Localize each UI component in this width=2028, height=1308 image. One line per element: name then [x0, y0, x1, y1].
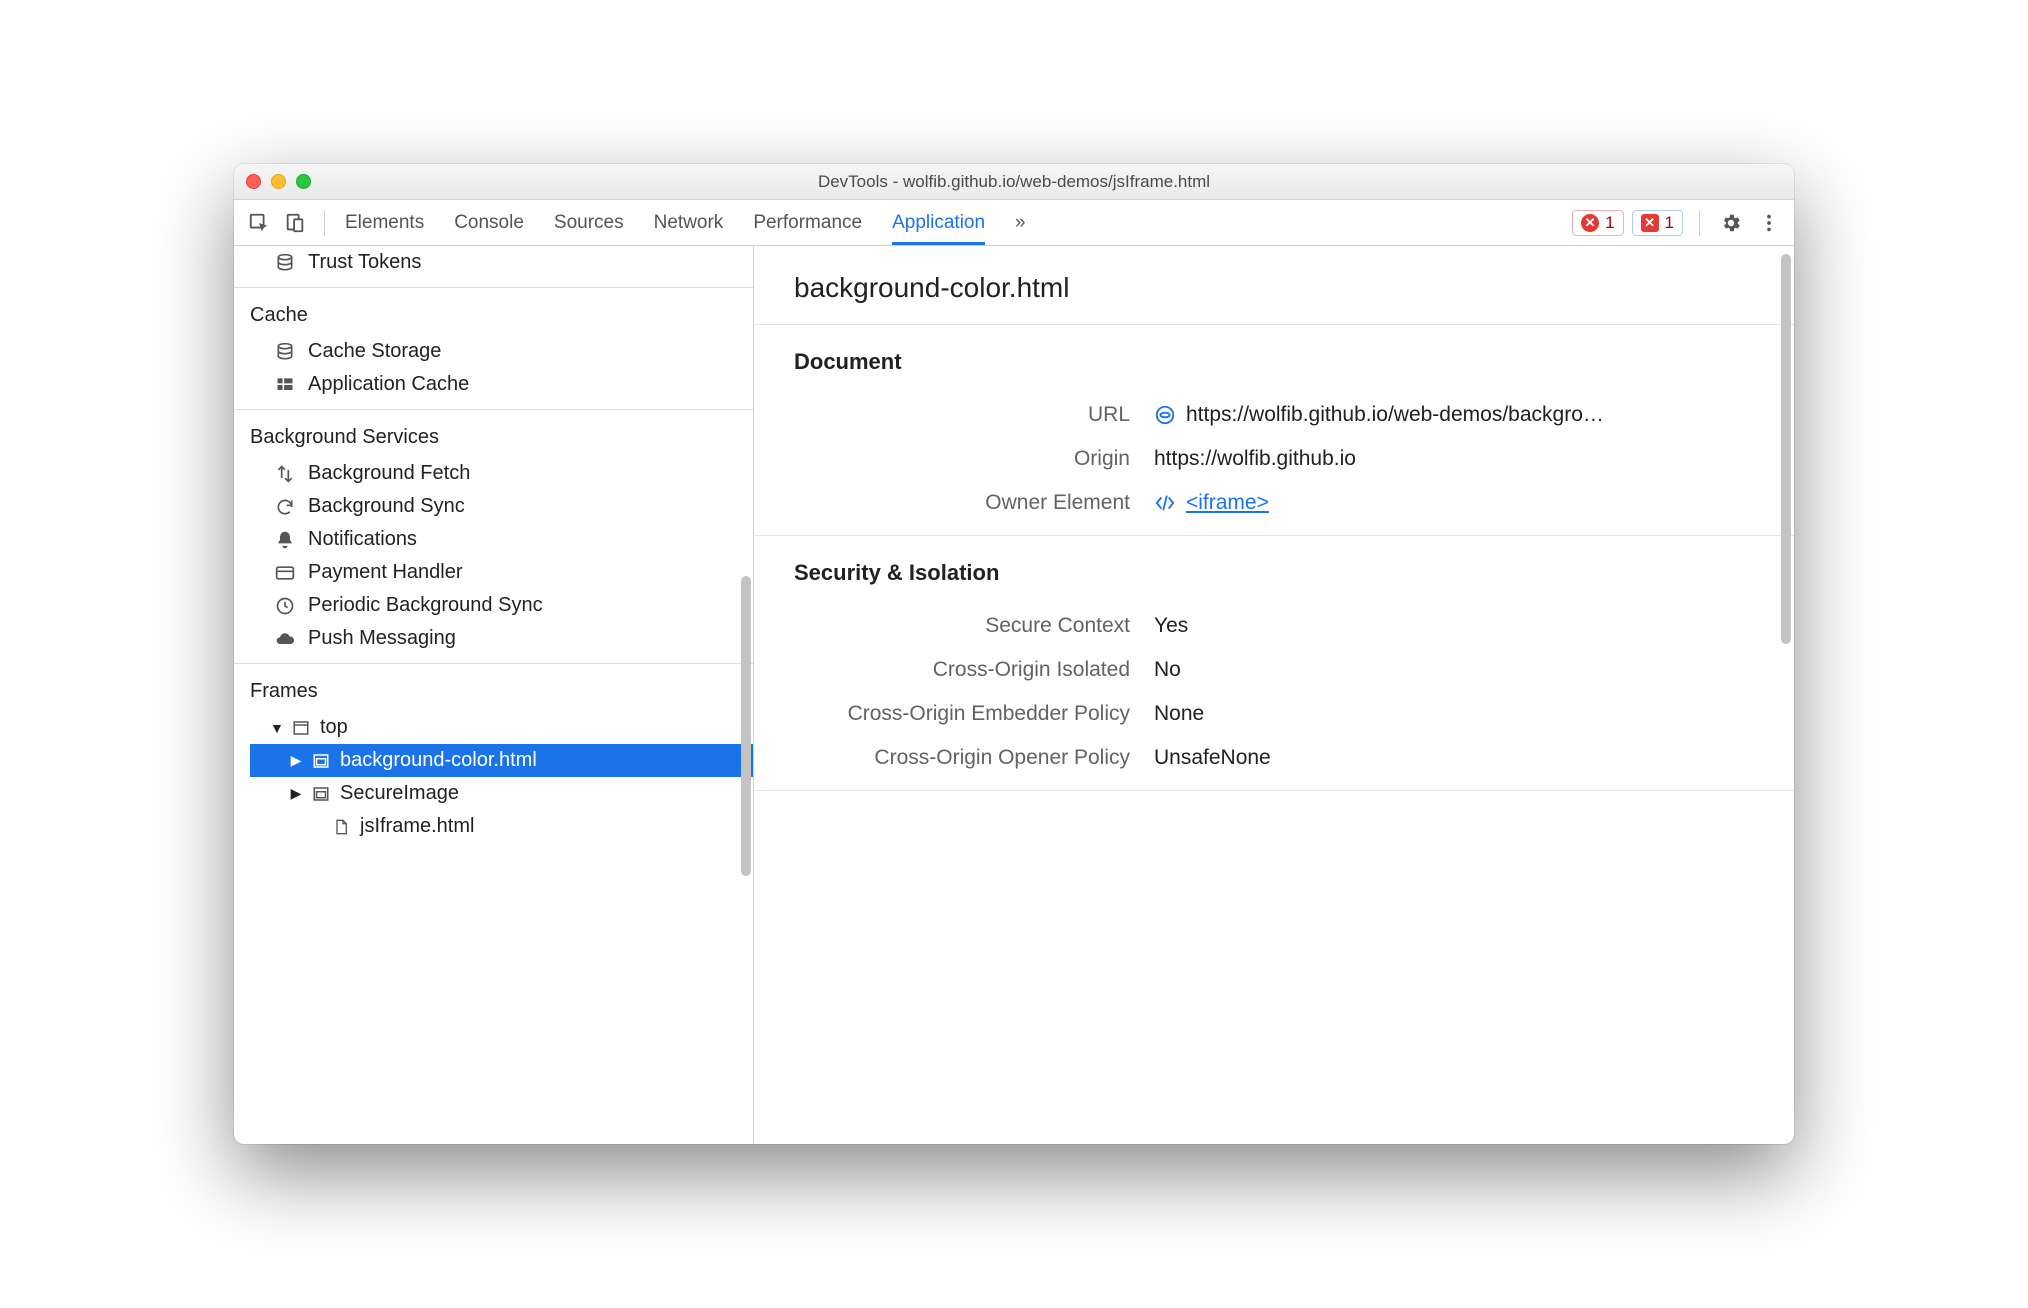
origin-value: https://wolfib.github.io — [1154, 447, 1356, 471]
sidebar-item-periodic-sync[interactable]: Periodic Background Sync — [234, 589, 753, 622]
database-icon — [274, 252, 296, 274]
bell-icon — [274, 529, 296, 551]
sidebar-label: Push Messaging — [308, 627, 456, 650]
sidebar: Trust Tokens Cache Cache Storage Applica… — [234, 246, 754, 1144]
owner-label: Owner Element — [794, 491, 1154, 515]
sidebar-label: Notifications — [308, 528, 417, 551]
frame-label: background-color.html — [340, 749, 537, 772]
section-header: Security & Isolation — [794, 560, 1754, 586]
sidebar-label: Background Sync — [308, 495, 465, 518]
tabs-overflow-icon[interactable]: » — [1015, 200, 1026, 245]
frame-detail-pane: background-color.html Document URL https… — [754, 246, 1794, 1144]
coep-label: Cross-Origin Embedder Policy — [794, 702, 1154, 726]
device-toolbar-icon[interactable] — [280, 208, 310, 238]
sidebar-header-cache: Cache — [234, 296, 753, 335]
coop-label: Cross-Origin Opener Policy — [794, 746, 1154, 770]
section-header: Document — [794, 349, 1754, 375]
sidebar-header-background-services: Background Services — [234, 418, 753, 457]
iframe-icon — [310, 750, 332, 772]
window-title: DevTools - wolfib.github.io/web-demos/js… — [234, 172, 1794, 192]
clock-icon — [274, 595, 296, 617]
sidebar-item-background-fetch[interactable]: Background Fetch — [234, 457, 753, 490]
tab-network[interactable]: Network — [654, 200, 724, 245]
chevron-right-icon[interactable]: ▶ — [290, 752, 302, 769]
frame-top[interactable]: ▼ top — [250, 711, 753, 744]
sidebar-item-application-cache[interactable]: Application Cache — [234, 368, 753, 401]
transfer-icon — [274, 463, 296, 485]
detail-title: background-color.html — [754, 246, 1794, 324]
toolbar-divider — [1699, 210, 1700, 236]
section-security: Security & Isolation Secure Context Yes … — [754, 536, 1794, 790]
frame-jsiframe[interactable]: jsIframe.html — [250, 810, 753, 843]
url-label: URL — [794, 403, 1154, 427]
sidebar-item-notifications[interactable]: Notifications — [234, 523, 753, 556]
cloud-icon — [274, 628, 296, 650]
sidebar-scrollbar[interactable] — [741, 576, 751, 876]
reveal-icon[interactable] — [1154, 404, 1176, 426]
tabs: Elements Console Sources Network Perform… — [345, 200, 1026, 245]
sidebar-item-payment-handler[interactable]: Payment Handler — [234, 556, 753, 589]
sidebar-item-background-sync[interactable]: Background Sync — [234, 490, 753, 523]
owner-link[interactable]: <iframe> — [1186, 491, 1269, 515]
errors-badge[interactable]: ✕ 1 — [1572, 210, 1623, 236]
grid-icon — [274, 374, 296, 396]
tab-console[interactable]: Console — [454, 200, 524, 245]
tab-elements[interactable]: Elements — [345, 200, 424, 245]
tab-performance[interactable]: Performance — [753, 200, 862, 245]
coop-value: UnsafeNone — [1154, 746, 1271, 770]
frames-tree: ▼ top ▶ background-color.html ▶ — [234, 711, 753, 843]
sidebar-header-frames: Frames — [234, 672, 753, 711]
coi-value: No — [1154, 658, 1181, 682]
iframe-icon — [310, 783, 332, 805]
titlebar: DevTools - wolfib.github.io/web-demos/js… — [234, 164, 1794, 200]
sync-icon — [274, 496, 296, 518]
more-icon[interactable] — [1754, 208, 1784, 238]
detail-scrollbar[interactable] — [1781, 254, 1791, 644]
sidebar-item-cache-storage[interactable]: Cache Storage — [234, 335, 753, 368]
frame-secureimage[interactable]: ▶ SecureImage — [250, 777, 753, 810]
sidebar-item-push-messaging[interactable]: Push Messaging — [234, 622, 753, 655]
secure-context-label: Secure Context — [794, 614, 1154, 638]
devtools-window: DevTools - wolfib.github.io/web-demos/js… — [234, 164, 1794, 1144]
origin-label: Origin — [794, 447, 1154, 471]
inspect-element-icon[interactable] — [244, 208, 274, 238]
tab-sources[interactable]: Sources — [554, 200, 624, 245]
sidebar-label: Application Cache — [308, 373, 469, 396]
error-icon: ✕ — [1581, 214, 1599, 232]
sidebar-label: Payment Handler — [308, 561, 463, 584]
error-count: 1 — [1605, 213, 1614, 233]
coep-value: None — [1154, 702, 1204, 726]
frame-label: jsIframe.html — [360, 815, 474, 838]
issues-badge[interactable]: ✕ 1 — [1632, 210, 1683, 236]
sidebar-label: Trust Tokens — [308, 251, 421, 274]
chevron-right-icon[interactable]: ▶ — [290, 785, 302, 802]
frame-label: SecureImage — [340, 782, 459, 805]
coi-label: Cross-Origin Isolated — [794, 658, 1154, 682]
settings-icon[interactable] — [1716, 208, 1746, 238]
sidebar-item-trust-tokens[interactable]: Trust Tokens — [234, 246, 753, 279]
url-value: https://wolfib.github.io/web-demos/backg… — [1186, 403, 1604, 427]
issue-icon: ✕ — [1641, 214, 1659, 232]
main-split: Trust Tokens Cache Cache Storage Applica… — [234, 246, 1794, 1144]
chevron-down-icon[interactable]: ▼ — [270, 720, 282, 736]
tab-application[interactable]: Application — [892, 200, 985, 245]
frame-label: top — [320, 716, 348, 739]
issue-count: 1 — [1665, 213, 1674, 233]
section-document: Document URL https://wolfib.github.io/we… — [754, 325, 1794, 535]
credit-card-icon — [274, 562, 296, 584]
toolbar-divider — [324, 210, 325, 236]
toolbar: Elements Console Sources Network Perform… — [234, 200, 1794, 246]
sidebar-label: Periodic Background Sync — [308, 594, 543, 617]
window-icon — [290, 717, 312, 739]
sidebar-label: Background Fetch — [308, 462, 470, 485]
database-icon — [274, 341, 296, 363]
document-icon — [330, 816, 352, 838]
frame-background-color[interactable]: ▶ background-color.html — [250, 744, 753, 777]
secure-context-value: Yes — [1154, 614, 1188, 638]
element-icon[interactable] — [1154, 492, 1176, 514]
sidebar-label: Cache Storage — [308, 340, 441, 363]
